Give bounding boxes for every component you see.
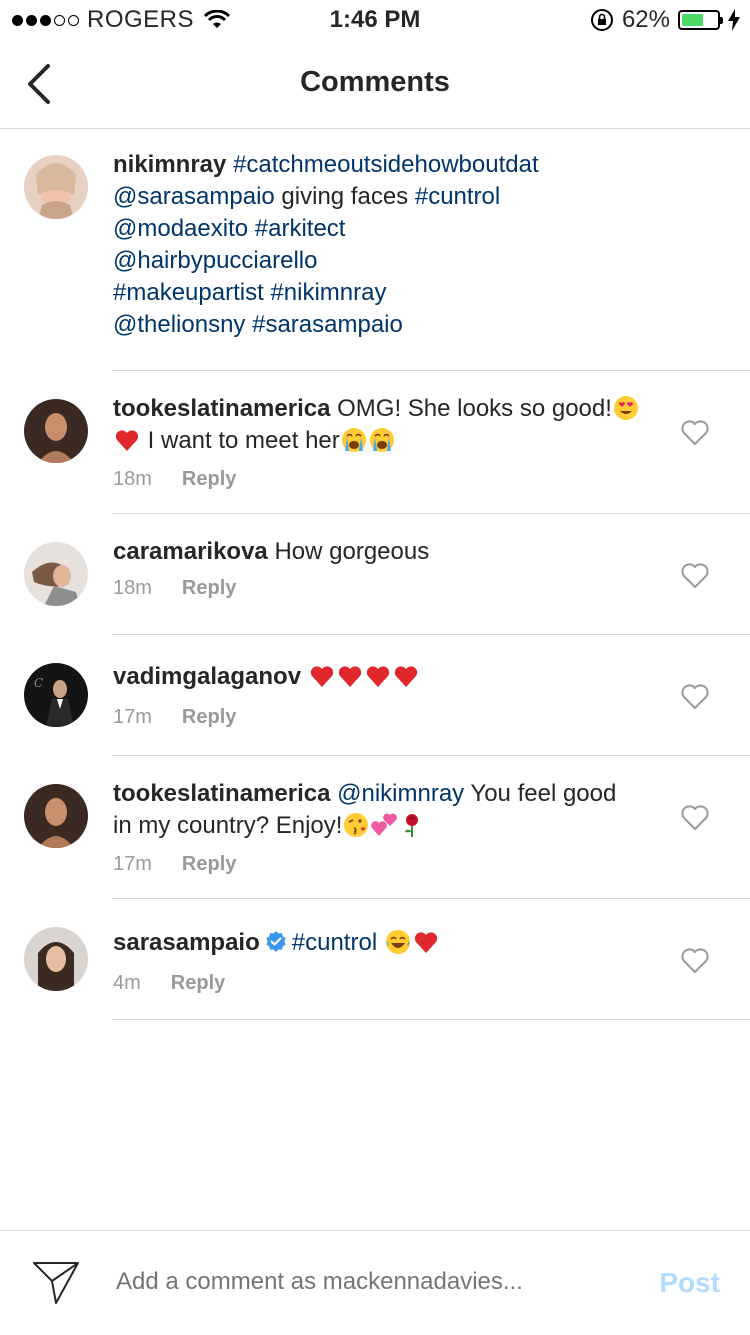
comment-username[interactable]: tookeslatinamerica: [113, 780, 330, 807]
mention[interactable]: @modaexito: [113, 215, 248, 242]
comment-item: caramarikova How gorgeous 18m Reply: [0, 514, 750, 634]
comment-item: sarasampaio #cuntrol 4m Reply: [0, 899, 750, 1019]
comment-body: How gorgeous: [274, 538, 430, 565]
comment-composer: Post: [0, 1230, 750, 1335]
comment-username[interactable]: tookeslatinamerica: [113, 395, 330, 422]
comment-username[interactable]: vadimgalaganov: [113, 663, 301, 690]
comment-time: 17m: [113, 706, 152, 728]
navigation-bar: Comments: [0, 40, 750, 129]
orientation-lock-icon: [590, 9, 613, 31]
avatar[interactable]: C: [24, 663, 88, 727]
divider: [112, 1019, 750, 1020]
comment-meta: 17m Reply: [113, 853, 236, 876]
hashtag[interactable]: #nikimnray: [270, 279, 386, 306]
comment-meta: 18m Reply: [113, 468, 236, 491]
hashtag[interactable]: #sarasampaio: [252, 311, 403, 338]
heart-icon[interactable]: [680, 561, 710, 589]
verified-badge-icon: [264, 930, 288, 954]
red-heart-emoji: [413, 929, 439, 955]
comment-meta: 18m Reply: [113, 577, 236, 600]
comment-username[interactable]: caramarikova: [113, 538, 268, 565]
battery-icon: [678, 10, 723, 30]
charging-bolt-icon: [728, 9, 740, 31]
rose-emoji: [399, 812, 425, 838]
status-right: 62%: [590, 6, 740, 34]
caption-username[interactable]: nikimnray: [113, 151, 226, 178]
red-heart-emoji: [365, 663, 391, 689]
comment-meta: 17m Reply: [113, 706, 236, 729]
avatar[interactable]: [24, 399, 88, 463]
reply-button[interactable]: Reply: [171, 972, 225, 994]
red-heart-emoji: [393, 663, 419, 689]
caption-fragment: [248, 215, 255, 242]
comment-item: C vadimgalaganov 17m Reply: [0, 635, 750, 755]
hashtag[interactable]: #catchmeoutsidehowboutdat: [233, 151, 539, 178]
comment-body: OMG! She looks so good!: [337, 395, 612, 422]
mention[interactable]: @thelionsny: [113, 311, 245, 338]
comment-meta: 4m Reply: [113, 972, 225, 995]
caption-text: nikimnray #catchmeoutsidehowboutdat @sar…: [113, 149, 710, 341]
crying-emoji: [369, 427, 395, 453]
red-heart-emoji: [309, 663, 335, 689]
avatar[interactable]: [24, 155, 88, 219]
laughing-emoji: [385, 929, 411, 955]
heart-icon[interactable]: [680, 803, 710, 831]
comment-text: tookeslatinamerica OMG! She looks so goo…: [113, 393, 640, 457]
hashtag[interactable]: #makeupartist: [113, 279, 264, 306]
comment-text: tookeslatinamerica @nikimnray You feel g…: [113, 778, 640, 842]
avatar[interactable]: [24, 927, 88, 991]
comment-body: I want to meet her: [141, 427, 340, 454]
comment-item: tookeslatinamerica @nikimnray You feel g…: [0, 756, 750, 898]
battery-percent: 62%: [621, 6, 670, 33]
comment-input[interactable]: [114, 1267, 618, 1297]
mention[interactable]: @hairbypucciarello: [113, 247, 317, 274]
red-heart-emoji: [114, 427, 140, 453]
mention[interactable]: @nikimnray: [337, 780, 464, 807]
avatar[interactable]: [24, 784, 88, 848]
post-button[interactable]: Post: [659, 1267, 720, 1299]
comment-item: tookeslatinamerica OMG! She looks so goo…: [0, 371, 750, 513]
red-heart-emoji: [337, 663, 363, 689]
kiss-emoji: [343, 812, 369, 838]
crying-emoji: [341, 427, 367, 453]
send-direct-icon[interactable]: [32, 1259, 80, 1305]
two-hearts-emoji: [371, 812, 398, 838]
heart-icon[interactable]: [680, 418, 710, 446]
heart-eyes-emoji: [613, 395, 639, 421]
reply-button[interactable]: Reply: [182, 853, 236, 875]
comment-username[interactable]: sarasampaio: [113, 929, 260, 956]
comment-time: 18m: [113, 468, 152, 490]
caption-fragment: giving faces: [274, 183, 415, 210]
hashtag[interactable]: #arkitect: [255, 215, 346, 242]
mention[interactable]: @sarasampaio: [113, 183, 275, 210]
comment-text: sarasampaio #cuntrol: [113, 927, 640, 959]
avatar[interactable]: [24, 542, 88, 606]
reply-button[interactable]: Reply: [182, 706, 236, 728]
comment-time: 18m: [113, 577, 152, 599]
comment-time: 17m: [113, 853, 152, 875]
comment-text: caramarikova How gorgeous: [113, 536, 640, 568]
svg-text:C: C: [34, 676, 43, 690]
heart-icon[interactable]: [680, 946, 710, 974]
reply-button[interactable]: Reply: [182, 577, 236, 599]
hashtag[interactable]: #cuntrol: [415, 183, 500, 210]
hashtag[interactable]: #cuntrol: [292, 929, 377, 956]
status-bar: ROGERS 1:46 PM 62%: [0, 0, 750, 40]
comment-text: vadimgalaganov: [113, 661, 640, 693]
comment-time: 4m: [113, 972, 141, 994]
page-title: Comments: [300, 66, 450, 98]
reply-button[interactable]: Reply: [182, 468, 236, 490]
heart-icon[interactable]: [680, 682, 710, 710]
